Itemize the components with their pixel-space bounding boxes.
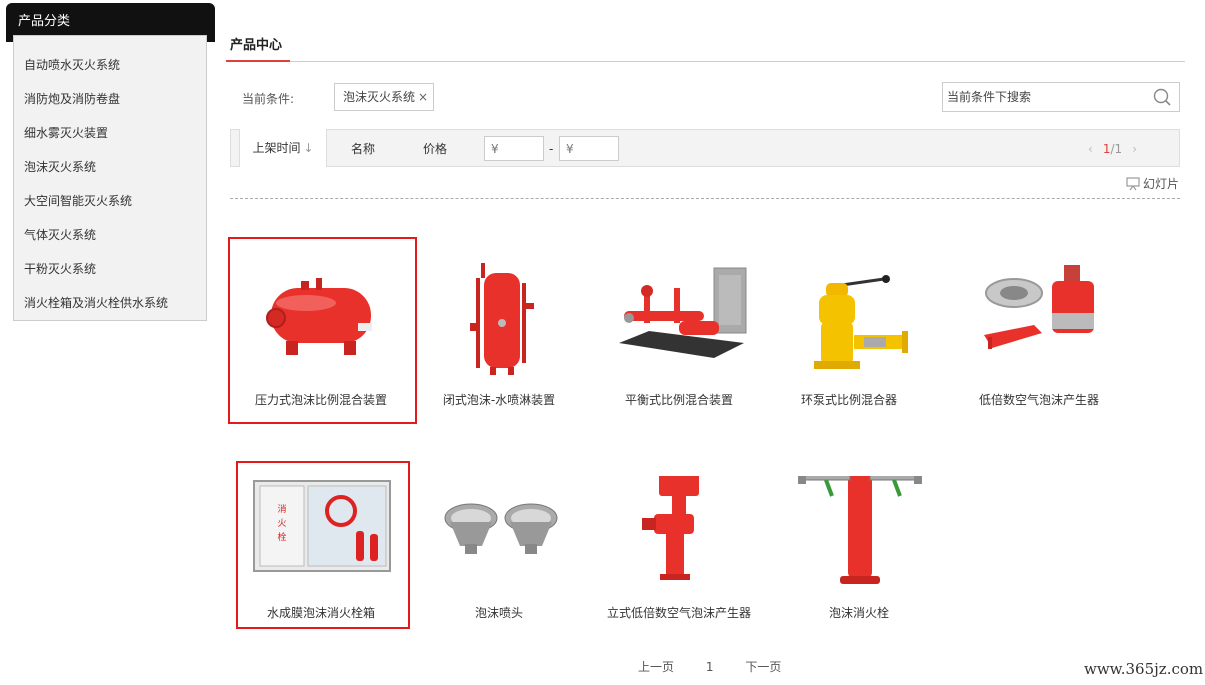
condition-tag-label: 泡沫灭火系统 bbox=[343, 90, 416, 104]
search-input[interactable] bbox=[943, 83, 1143, 111]
slideshow-toggle[interactable]: 幻灯片 bbox=[1126, 175, 1179, 192]
product-name: 环泵式比例混合器 bbox=[800, 393, 897, 407]
svg-text:消: 消 bbox=[277, 503, 286, 515]
product-name: 立式低倍数空气泡沫产生器 bbox=[606, 606, 751, 620]
total-pages: /1 bbox=[1110, 142, 1123, 156]
product-card[interactable]: 泡沫喷头 bbox=[409, 476, 589, 621]
vertical-tank-image bbox=[470, 263, 534, 375]
product-card[interactable]: 泡沫消火栓 bbox=[769, 476, 949, 621]
foam-nozzle-image bbox=[444, 503, 558, 554]
sidebar-item[interactable]: 干粉灭火系统 bbox=[14, 252, 206, 286]
next-page-arrow-icon[interactable]: › bbox=[1122, 142, 1147, 156]
title-divider bbox=[226, 61, 1185, 62]
sidebar-item[interactable]: 自动喷水灭火系统 bbox=[14, 48, 206, 82]
sort-down-arrow-icon: ↓ bbox=[303, 141, 314, 155]
skid-unit-image bbox=[619, 267, 747, 358]
search-box bbox=[942, 82, 1180, 112]
sort-time-label: 上架时间 bbox=[252, 141, 301, 155]
title-accent-bar bbox=[226, 60, 290, 62]
svg-text:火: 火 bbox=[277, 518, 286, 529]
product-card[interactable]: 低倍数空气泡沫产生器 bbox=[949, 263, 1129, 408]
pressure-tank-image bbox=[266, 278, 372, 355]
vertical-generator-image bbox=[642, 476, 699, 580]
product-name: 水成膜泡沫消火栓箱 bbox=[266, 606, 375, 620]
product-name: 平衡式比例混合装置 bbox=[624, 393, 733, 407]
remove-condition-icon[interactable]: × bbox=[418, 84, 428, 110]
product-card[interactable]: 闭式泡沫-水喷淋装置 bbox=[409, 263, 589, 408]
sidebar-list: 自动喷水灭火系统 消防炮及消防卷盘 细水雾灭火装置 泡沫灭火系统 大空间智能灭火… bbox=[13, 35, 207, 321]
sort-bar: 上架时间↓ 名称 价格 - ‹1/1› bbox=[230, 129, 1180, 167]
prev-page-link[interactable]: 上一页 bbox=[638, 660, 674, 674]
foam-generator-image bbox=[984, 265, 1094, 349]
page-number-link[interactable]: 1 bbox=[706, 660, 714, 674]
sort-by-price-button[interactable]: 价格 bbox=[423, 130, 447, 168]
dashed-divider bbox=[230, 198, 1180, 199]
sidebar-item[interactable]: 消防炮及消防卷盘 bbox=[14, 82, 206, 116]
site-watermark: www.365jz.com bbox=[1084, 660, 1204, 678]
price-range-dash: - bbox=[549, 142, 554, 156]
product-name: 压力式泡沫比例混合装置 bbox=[254, 393, 387, 407]
product-name: 低倍数空气泡沫产生器 bbox=[978, 393, 1099, 407]
product-card[interactable]: 环泵式比例混合器 bbox=[759, 263, 939, 408]
product-name: 泡沫喷头 bbox=[474, 606, 523, 620]
sidebar-item[interactable]: 消火栓箱及消火栓供水系统 bbox=[14, 286, 206, 320]
product-card[interactable]: 立式低倍数空气泡沫产生器 bbox=[589, 476, 769, 621]
product-category-sidebar: 产品分类 自动喷水灭火系统 消防炮及消防卷盘 细水雾灭火装置 泡沫灭火系统 大空… bbox=[6, 3, 215, 321]
product-name: 闭式泡沫-水喷淋装置 bbox=[442, 393, 556, 407]
product-card[interactable]: 消 火 栓 水成膜泡沫消火栓箱 bbox=[231, 476, 411, 621]
product-name: 泡沫消火栓 bbox=[828, 606, 889, 620]
page-title: 产品中心 bbox=[230, 38, 283, 53]
sort-by-time-button[interactable]: 上架时间 ↓ bbox=[239, 129, 327, 167]
sidebar-item[interactable]: 泡沫灭火系统 bbox=[14, 150, 206, 184]
slideshow-icon bbox=[1126, 176, 1140, 190]
pagination: 上一页 1 下一页 bbox=[638, 658, 809, 675]
product-card[interactable]: 平衡式比例混合装置 bbox=[589, 263, 769, 408]
condition-tag: 泡沫灭火系统 × bbox=[334, 83, 434, 111]
search-icon[interactable] bbox=[1153, 88, 1171, 106]
slideshow-label: 幻灯片 bbox=[1143, 177, 1180, 191]
sidebar-item[interactable]: 大空间智能灭火系统 bbox=[14, 184, 206, 218]
next-page-link[interactable]: 下一页 bbox=[745, 660, 781, 674]
price-max-input[interactable] bbox=[559, 136, 619, 161]
price-min-input[interactable] bbox=[484, 136, 544, 161]
condition-label: 当前条件: bbox=[242, 92, 295, 106]
current-page: 1 bbox=[1102, 142, 1111, 156]
sort-by-name-button[interactable]: 名称 bbox=[351, 130, 375, 168]
yellow-valve-image bbox=[814, 275, 908, 369]
sidebar-item[interactable]: 细水雾灭火装置 bbox=[14, 116, 206, 150]
svg-text:栓: 栓 bbox=[277, 531, 286, 543]
fire-hydrant-image bbox=[798, 476, 922, 584]
sidebar-item[interactable]: 气体灭火系统 bbox=[14, 218, 206, 252]
mini-pager: ‹ 1/1 › bbox=[1078, 130, 1147, 168]
prev-page-arrow-icon[interactable]: ‹ bbox=[1078, 142, 1103, 156]
hydrant-cabinet-image: 消 火 栓 bbox=[253, 480, 391, 572]
product-card[interactable]: 压力式泡沫比例混合装置 bbox=[231, 263, 411, 408]
